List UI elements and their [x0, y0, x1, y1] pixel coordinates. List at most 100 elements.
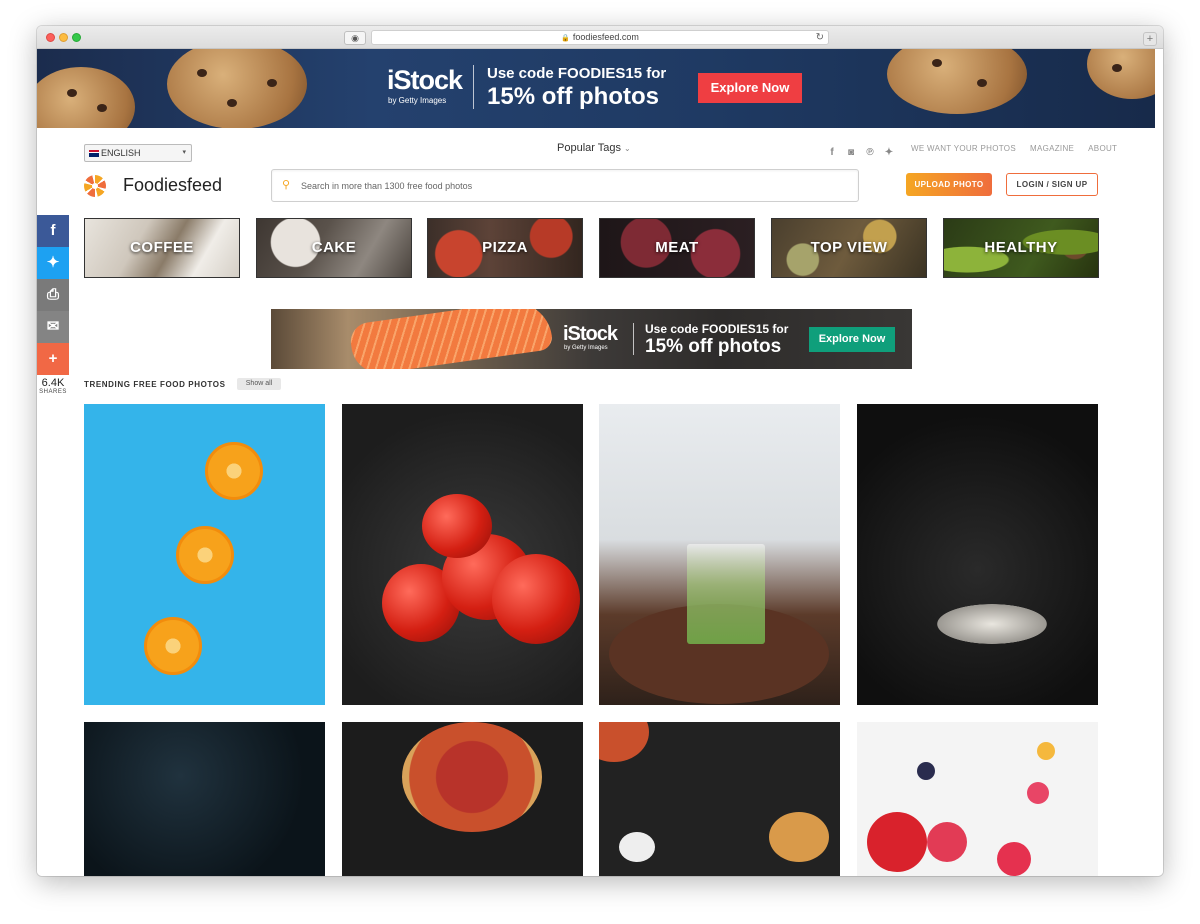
photo-oranges[interactable] [84, 404, 325, 705]
blueberry [917, 762, 935, 780]
ad-line1: Use code FOODIES15 for [645, 322, 789, 336]
photo-flour[interactable] [857, 404, 1098, 705]
explore-now-button[interactable]: Explore Now [698, 73, 802, 103]
orange-slice [176, 526, 234, 584]
raspberry [997, 842, 1031, 876]
orange-slice [205, 442, 263, 500]
istock-sub: by Getty Images [564, 345, 608, 351]
photo-tomatoes[interactable] [342, 404, 583, 705]
ad-line2: 15% off photos [645, 336, 782, 357]
category-coffee[interactable]: COFFEE [84, 218, 240, 278]
category-label: MEAT [655, 239, 699, 256]
istock-sub: by Getty Images [388, 96, 447, 105]
social-links: f ◙ ℗ ✦ [825, 142, 905, 158]
more-share-icon[interactable]: + [37, 343, 69, 375]
category-pizza[interactable]: PIZZA [427, 218, 583, 278]
top-banner-ad[interactable]: iStock by Getty Images Use code FOODIES1… [37, 49, 1155, 128]
facebook-share-icon[interactable]: f [37, 215, 69, 247]
language-label: ENGLISH [101, 148, 141, 158]
share-label: SHARES [39, 389, 67, 395]
category-cake[interactable]: CAKE [256, 218, 412, 278]
pizza-slice [769, 812, 829, 862]
browser-toolbar: ◉ 🔒 foodiesfeed.com ↻ + [37, 26, 1163, 49]
chevron-down-icon: ⌄ [624, 144, 631, 153]
ad-line2: 15% off photos [487, 83, 659, 110]
tomato [422, 494, 492, 558]
raspberry [1027, 782, 1049, 804]
cookie-image [887, 49, 1027, 114]
site-brand[interactable]: Foodiesfeed [123, 175, 222, 196]
photo-syrup[interactable] [84, 722, 325, 876]
search-placeholder: Search in more than 1300 free food photo… [301, 181, 473, 191]
category-top-view[interactable]: TOP VIEW [771, 218, 927, 278]
facebook-icon[interactable]: f [825, 147, 839, 158]
ad-divider [473, 65, 474, 109]
popular-tags-dropdown[interactable]: Popular Tags ⌄ [557, 142, 631, 154]
glass [687, 544, 765, 644]
uk-flag-icon [89, 150, 99, 158]
category-meat[interactable]: MEAT [599, 218, 755, 278]
foodiesfeed-logo-icon[interactable] [84, 175, 106, 197]
maximize-window-button[interactable] [72, 33, 81, 42]
ad-line1: Use code FOODIES15 for [487, 65, 667, 82]
pizza [402, 722, 542, 832]
nav-link-magazine[interactable]: MAGAZINE [1030, 144, 1074, 153]
upload-photo-button[interactable]: UPLOAD PHOTO [906, 173, 992, 196]
category-label: COFFEE [130, 239, 194, 256]
share-sidebar: f ✦ ⎙ ✉ + 6.4K SHARES [37, 215, 69, 395]
category-healthy[interactable]: HEALTHY [943, 218, 1099, 278]
ad-divider [633, 323, 634, 355]
inline-banner-ad[interactable]: iStock by Getty Images Use code FOODIES1… [271, 309, 912, 369]
photo-berries[interactable] [857, 722, 1098, 876]
istock-logo: iStock [563, 323, 618, 345]
flour-pile [937, 604, 1047, 644]
reload-icon[interactable]: ↻ [816, 31, 824, 44]
print-icon[interactable]: ⎙ [37, 279, 69, 311]
nav-link-we-want-your-photos[interactable]: WE WANT YOUR PHOTOS [911, 144, 1016, 153]
tomato [492, 554, 580, 644]
cookie-image [167, 49, 307, 128]
search-field[interactable]: ⚲ Search in more than 1300 free food pho… [271, 169, 859, 202]
lock-icon: 🔒 [561, 35, 570, 42]
raspberry [927, 822, 967, 862]
top-nav: WE WANT YOUR PHOTOS MAGAZINE ABOUT [911, 144, 1131, 153]
gooseberry [1037, 742, 1055, 760]
photo-pizza-slices[interactable] [599, 722, 840, 876]
strawberry [867, 812, 927, 872]
chevron-down-icon: ▾ [182, 149, 186, 156]
language-select[interactable]: ENGLISH ▾ [84, 144, 192, 162]
email-icon[interactable]: ✉ [37, 311, 69, 343]
orange-slice [144, 617, 202, 675]
show-all-button[interactable]: Show all [237, 378, 281, 390]
twitter-icon[interactable]: ✦ [882, 147, 896, 158]
url-text: foodiesfeed.com [572, 32, 639, 42]
pinterest-icon[interactable]: ℗ [863, 147, 877, 158]
privacy-icon[interactable]: ◉ [344, 31, 366, 45]
category-label: CAKE [311, 239, 357, 256]
feta-bowl [619, 832, 655, 862]
browser-window: ◉ 🔒 foodiesfeed.com ↻ + iStock by Getty I… [37, 26, 1163, 876]
cookie-image [1087, 49, 1155, 99]
address-bar[interactable]: 🔒 foodiesfeed.com ↻ [371, 30, 829, 45]
instagram-icon[interactable]: ◙ [844, 147, 858, 158]
popular-tags-label: Popular Tags [557, 142, 622, 154]
pizza-slice [599, 722, 649, 762]
trending-heading: TRENDING FREE FOOD PHOTOS [84, 380, 226, 389]
explore-now-button[interactable]: Explore Now [809, 327, 895, 352]
nav-link-about[interactable]: ABOUT [1088, 144, 1117, 153]
istock-logo: iStock [387, 65, 463, 95]
category-label: HEALTHY [984, 239, 1058, 256]
share-count: 6.4K [41, 377, 65, 389]
photo-mojito[interactable] [599, 404, 840, 705]
cookie-image [37, 67, 135, 128]
category-label: PIZZA [482, 239, 528, 256]
minimize-window-button[interactable] [59, 33, 68, 42]
page-content: iStock by Getty Images Use code FOODIES1… [37, 49, 1163, 876]
twitter-share-icon[interactable]: ✦ [37, 247, 69, 279]
login-signup-button[interactable]: LOGIN / SIGN UP [1006, 173, 1098, 196]
photo-pizza[interactable] [342, 722, 583, 876]
close-window-button[interactable] [46, 33, 55, 42]
salmon-image [348, 309, 554, 369]
new-tab-button[interactable]: + [1143, 32, 1157, 46]
category-label: TOP VIEW [810, 239, 888, 256]
